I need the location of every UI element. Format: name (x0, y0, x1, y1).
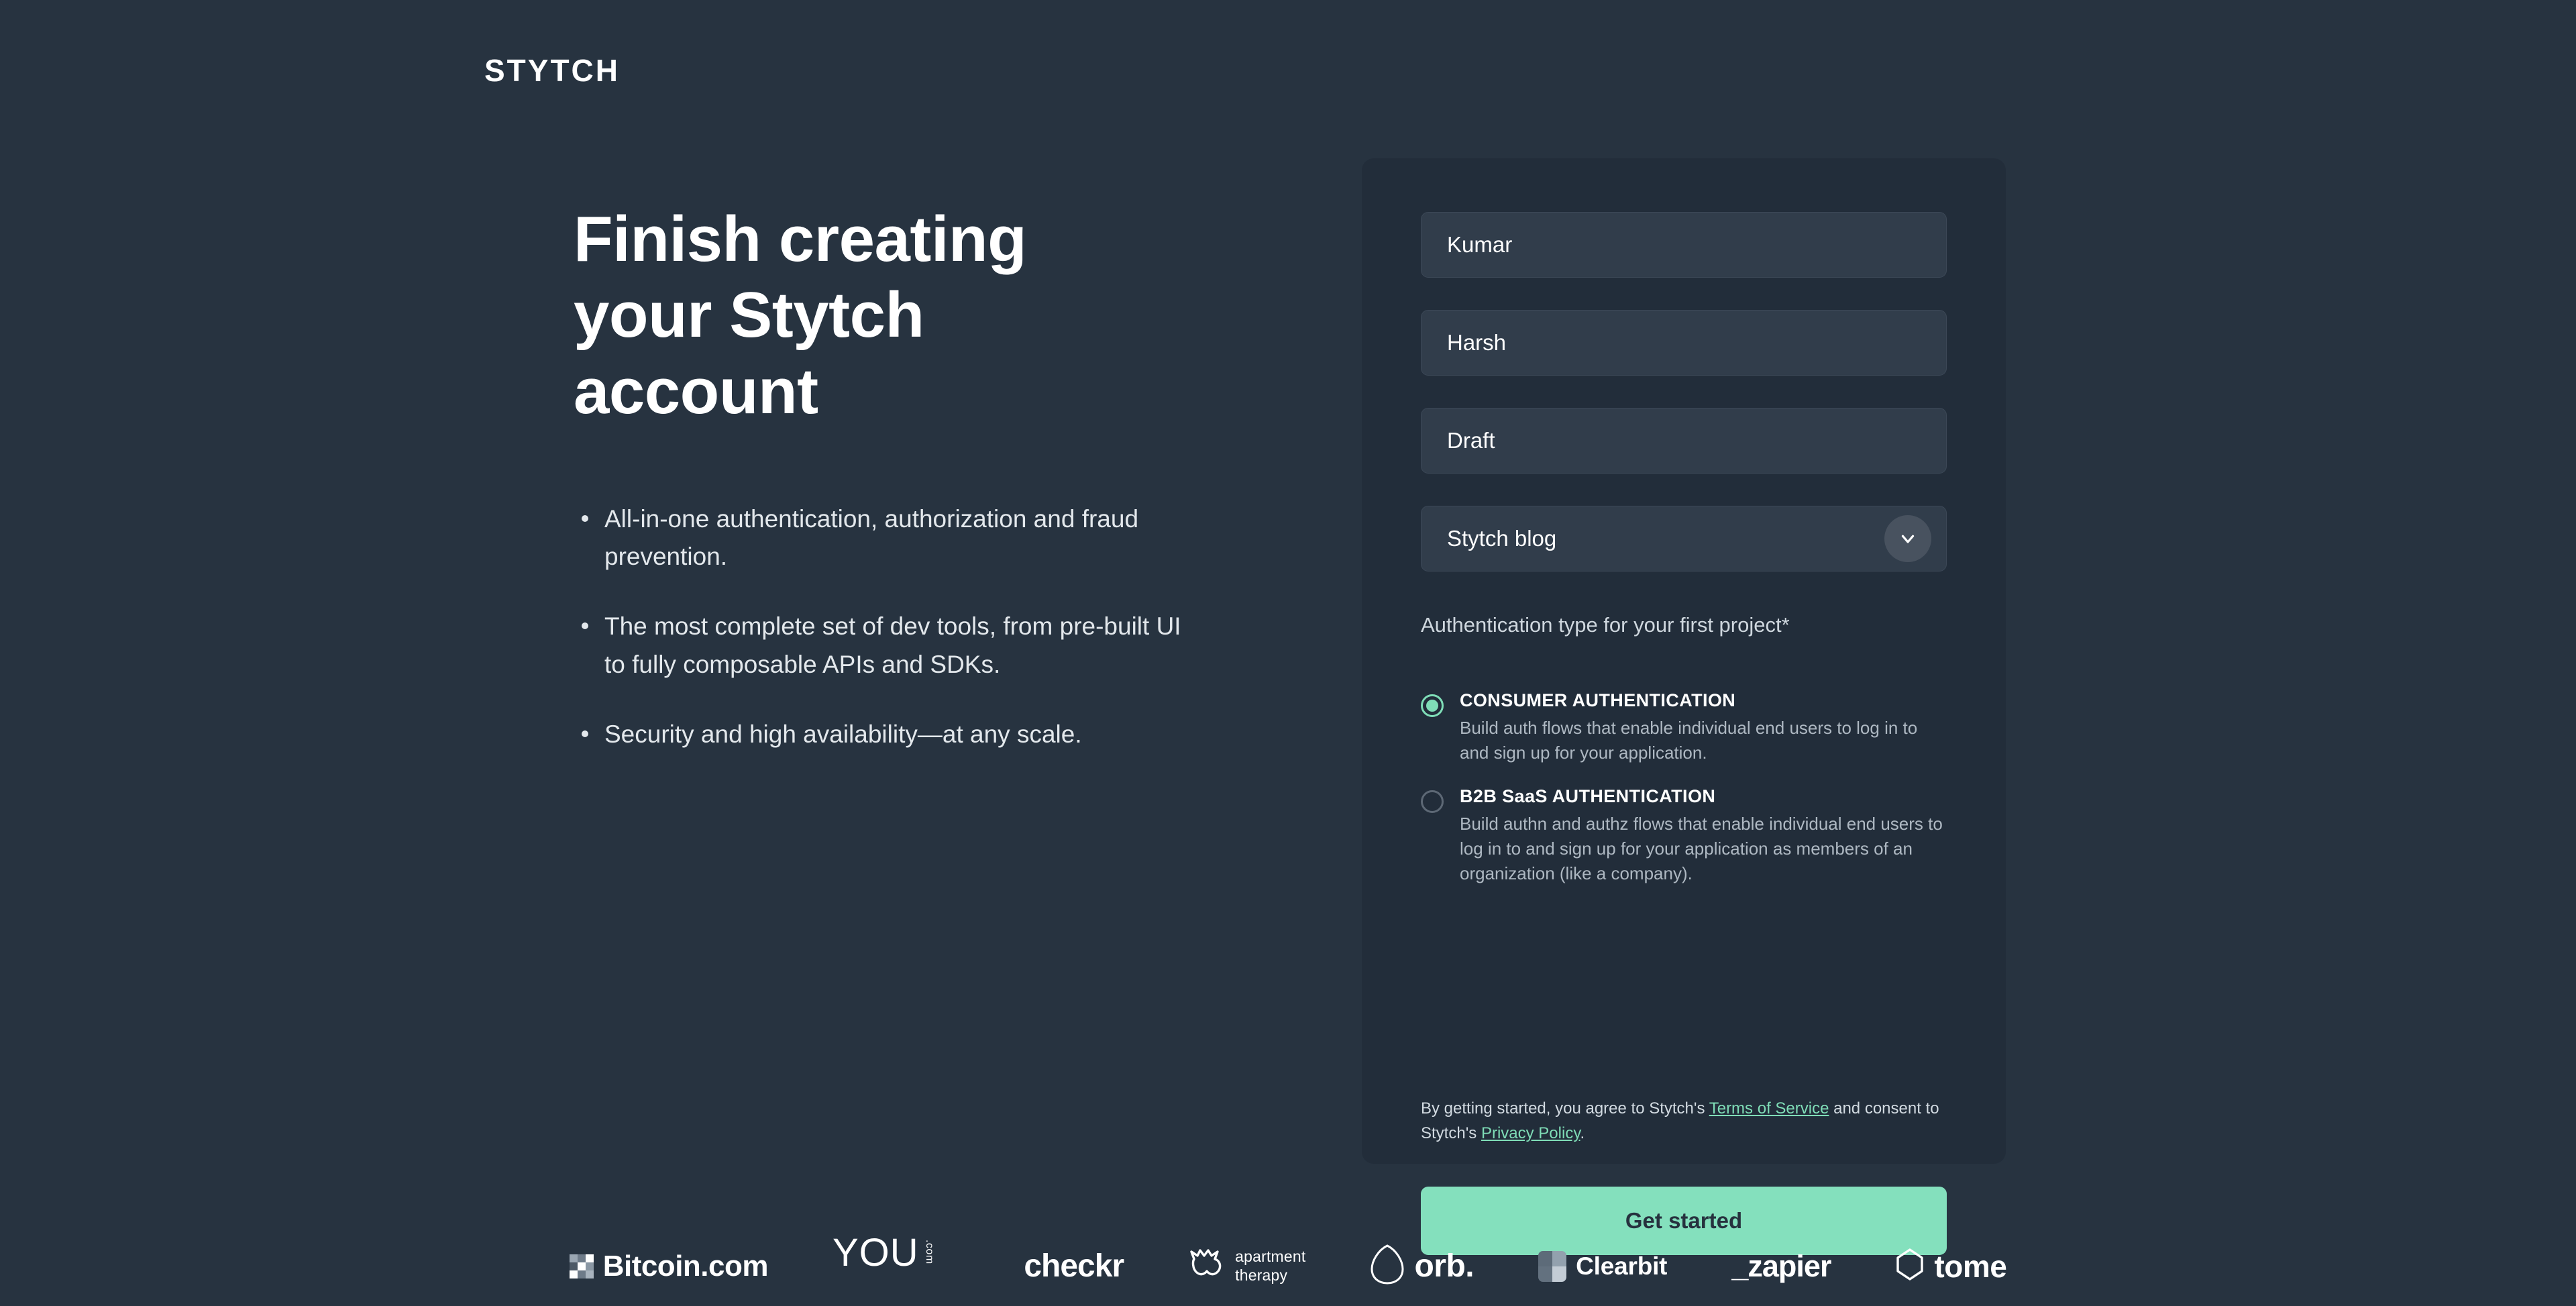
radio-b2b-title: B2B SaaS AUTHENTICATION (1460, 786, 1716, 806)
benefits-list: All-in-one authentication, authorization… (574, 500, 1244, 753)
legal-prefix: By getting started, you agree to Stytch'… (1421, 1099, 1705, 1118)
referral-source-value: Stytch blog (1447, 526, 1557, 551)
tome-hexagon-icon (1895, 1248, 1925, 1285)
chevron-down-icon[interactable] (1884, 515, 1931, 562)
you-com-label: YOU (832, 1231, 919, 1274)
you-com-sup: .com (923, 1240, 935, 1264)
orb-label: orb. (1414, 1248, 1474, 1284)
company-value: Draft (1447, 428, 1495, 453)
page-title: Finish creating your Stytch account (574, 203, 1027, 427)
apartment-therapy-logo: apartment therapy (1188, 1234, 1305, 1298)
apartment-therapy-mark-icon (1188, 1248, 1226, 1284)
zapier-label: _zapier (1731, 1248, 1831, 1283)
apartment-therapy-line1: apartment (1235, 1248, 1306, 1266)
first-name-input[interactable]: Kumar (1421, 212, 1947, 278)
customer-logo-bar: Bitcoin.com YOU .com checkr apartment th… (0, 1231, 2576, 1298)
radio-b2b-icon[interactable] (1421, 790, 1444, 813)
apartment-therapy-label: apartment therapy (1235, 1248, 1305, 1284)
last-name-input[interactable]: Harsh (1421, 310, 1947, 376)
zapier-logo: _zapier (1731, 1234, 1831, 1298)
clearbit-label: Clearbit (1576, 1252, 1668, 1280)
signup-page: STYTCH Finish creating your Stytch accou… (0, 0, 2576, 1306)
orb-egg-icon (1370, 1244, 1405, 1289)
legal-text: By getting started, you agree to Stytch'… (1421, 1096, 1951, 1146)
clearbit-logo: Clearbit (1538, 1234, 1668, 1298)
last-name-value: Harsh (1447, 330, 1507, 355)
radio-b2b-description: Build authn and authz flows that enable … (1460, 814, 1943, 883)
referral-source-select[interactable]: Stytch blog (1421, 506, 1947, 572)
checkr-label: checkr (1024, 1248, 1124, 1284)
orb-logo: orb. (1370, 1234, 1474, 1298)
legal-suffix: . (1580, 1124, 1585, 1143)
list-item: All-in-one authentication, authorization… (574, 500, 1201, 576)
bitcoin-com-label: Bitcoin.com (602, 1249, 769, 1283)
auth-type-label: Authentication type for your first proje… (1421, 613, 1790, 637)
signup-card: Kumar Harsh Draft Stytch blog Authentica… (1362, 158, 2006, 1255)
tome-label: tome (1934, 1248, 2007, 1284)
checkr-logo: checkr (1024, 1234, 1124, 1298)
bitcoin-com-logo: Bitcoin.com (569, 1234, 769, 1298)
hero-section: Finish creating your Stytch account All-… (574, 201, 1244, 753)
radio-option-b2b[interactable]: B2B SaaS AUTHENTICATION Build authn and … (1421, 786, 1951, 886)
radio-option-consumer[interactable]: CONSUMER AUTHENTICATION Build auth flows… (1421, 690, 1951, 765)
list-item: Security and high availability—at any sc… (574, 716, 1201, 753)
clearbit-quad-icon (1538, 1250, 1567, 1282)
apartment-therapy-line2: therapy (1235, 1266, 1288, 1284)
list-item: The most complete set of dev tools, from… (574, 608, 1201, 683)
radio-consumer-description: Build auth flows that enable individual … (1460, 718, 1918, 763)
stytch-logo[interactable]: STYTCH (484, 55, 620, 86)
tome-logo: tome (1895, 1234, 2007, 1298)
company-input[interactable]: Draft (1421, 408, 1947, 474)
radio-consumer-title: CONSUMER AUTHENTICATION (1460, 690, 1736, 710)
you-com-logo: YOU .com (832, 1231, 959, 1298)
bitcoin-grid-icon (569, 1254, 594, 1278)
terms-of-service-link[interactable]: Terms of Service (1709, 1099, 1829, 1118)
radio-consumer-icon[interactable] (1421, 694, 1444, 717)
privacy-policy-link[interactable]: Privacy Policy (1481, 1124, 1580, 1142)
first-name-value: Kumar (1447, 232, 1513, 257)
